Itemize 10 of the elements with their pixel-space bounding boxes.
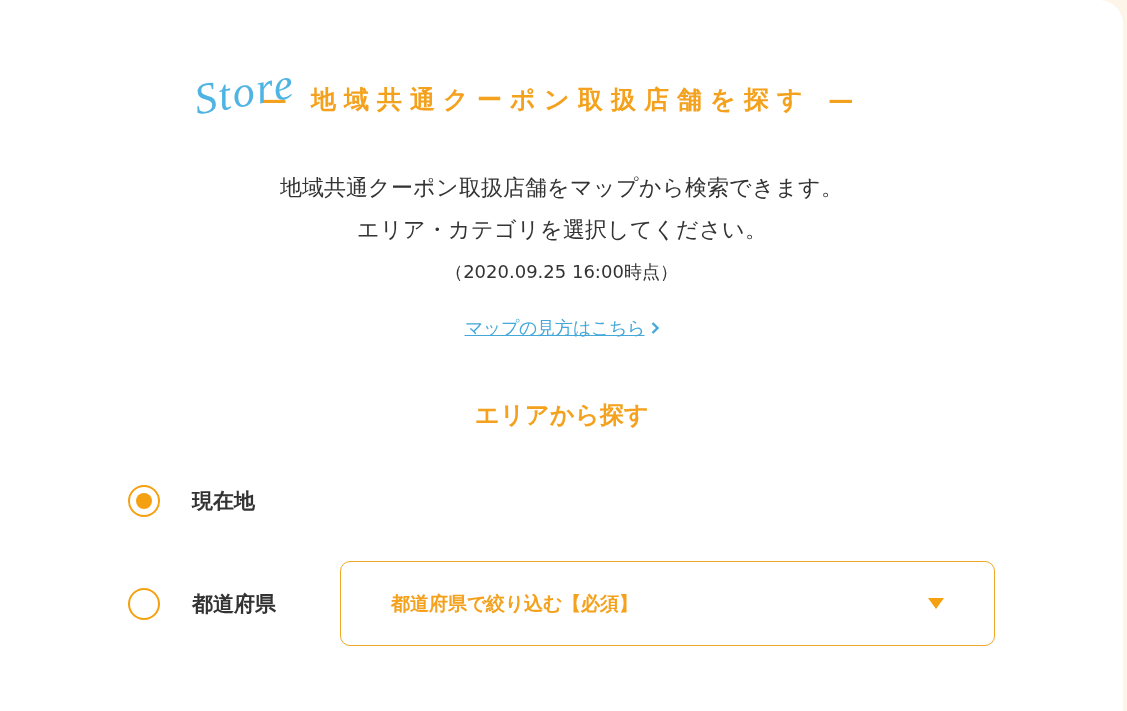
caret-icon xyxy=(928,598,944,609)
chevron-right-icon xyxy=(650,322,659,334)
area-search-heading: エリアから探す xyxy=(474,400,649,431)
intro-text: エリア・カテゴリを選択してください。 xyxy=(356,216,767,244)
option-label[interactable]: 都道府県 xyxy=(192,589,308,618)
timestamp-text: （2020.09.25 16:00時点） xyxy=(445,260,678,284)
radio-button[interactable] xyxy=(128,485,160,517)
option-label[interactable]: 現在地 xyxy=(192,487,308,515)
radio-button[interactable] xyxy=(128,587,160,620)
intro-text: 地域共通クーポン取扱店舗をマップから検索できます。 xyxy=(280,174,843,202)
